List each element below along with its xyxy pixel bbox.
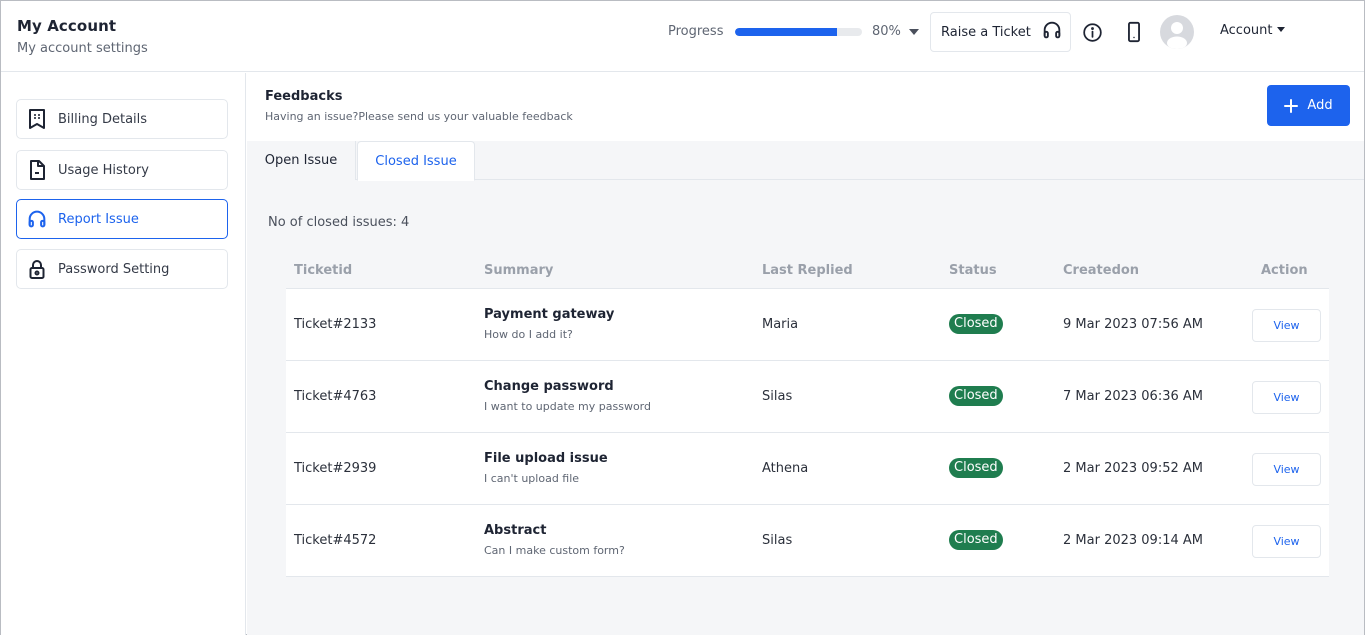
summary-title: File upload issue	[484, 451, 608, 466]
status-badge: Closed	[949, 530, 1003, 550]
raise-ticket-button[interactable]: Raise a Ticket	[930, 12, 1071, 52]
summary-title: Abstract	[484, 523, 547, 538]
add-button[interactable]: Add	[1267, 85, 1350, 126]
lock-icon	[25, 257, 49, 281]
view-button[interactable]: View	[1252, 309, 1321, 342]
section-title: Feedbacks	[265, 89, 343, 104]
progress-bar-fill	[735, 28, 837, 36]
column-header-status: Status	[949, 263, 997, 278]
column-header-ticketid: Ticketid	[294, 263, 353, 278]
sidebar-item-label: Password Setting	[58, 261, 170, 277]
account-dropdown[interactable]: Account	[1220, 23, 1285, 38]
created-on: 2 Mar 2023 09:52 AM	[1063, 461, 1203, 476]
page-subtitle: My account settings	[17, 41, 148, 56]
sidebar-item-usage-history[interactable]: Usage History	[16, 150, 228, 190]
created-on: 2 Mar 2023 09:14 AM	[1063, 533, 1203, 548]
last-replied: Maria	[762, 317, 799, 332]
last-replied: Silas	[762, 389, 793, 404]
info-icon[interactable]	[1081, 21, 1103, 43]
tab-closed-issue[interactable]: Closed Issue	[357, 141, 475, 181]
ticket-id: Ticket#2939	[294, 461, 377, 476]
avatar[interactable]	[1160, 15, 1194, 49]
summary-title: Payment gateway	[484, 307, 615, 322]
progress-label: Progress	[668, 24, 724, 39]
column-header-action: Action	[1261, 263, 1308, 278]
main-content: Feedbacks Having an issue?Please send us…	[247, 73, 1364, 635]
headphones-icon	[1041, 19, 1063, 45]
table-row: Ticket#2939 File upload issue I can't up…	[286, 433, 1329, 505]
last-replied: Silas	[762, 533, 793, 548]
sidebar: Billing Details Usage History Report Iss…	[1, 73, 246, 635]
last-replied: Athena	[762, 461, 809, 476]
account-label: Account	[1220, 23, 1273, 38]
closed-issue-count: No of closed issues: 4	[268, 215, 410, 230]
status-badge: Closed	[949, 314, 1003, 334]
issues-table: Ticketid Summary Last Replied Status Cre…	[286, 253, 1329, 577]
progress-percent: 80%	[872, 24, 901, 39]
summary-description: I can't upload file	[484, 472, 580, 485]
user-silhouette-icon	[1167, 22, 1187, 49]
sidebar-item-label: Usage History	[58, 162, 149, 178]
progress-bar	[735, 28, 862, 36]
table-row: Ticket#4572 Abstract Can I make custom f…	[286, 505, 1329, 577]
mobile-phone-icon[interactable]	[1123, 21, 1145, 43]
summary-description: How do I add it?	[484, 328, 573, 341]
tab-open-issue[interactable]: Open Issue	[247, 141, 356, 180]
sidebar-item-password-setting[interactable]: Password Setting	[16, 249, 228, 289]
table-row: Ticket#4763 Change password I want to up…	[286, 361, 1329, 433]
ticket-id: Ticket#2133	[294, 317, 377, 332]
issue-tabs: Open Issue Closed Issue	[247, 141, 1364, 181]
created-on: 7 Mar 2023 06:36 AM	[1063, 389, 1203, 404]
table-header: Ticketid Summary Last Replied Status Cre…	[286, 253, 1329, 289]
page-title: My Account	[17, 17, 117, 35]
sidebar-item-label: Billing Details	[58, 111, 148, 127]
raise-ticket-label: Raise a Ticket	[941, 24, 1031, 40]
status-badge: Closed	[949, 386, 1003, 406]
table-row: Ticket#2133 Payment gateway How do I add…	[286, 289, 1329, 361]
progress-dropdown-caret-icon[interactable]	[909, 29, 919, 35]
receipt-icon	[25, 107, 49, 131]
status-badge: Closed	[949, 458, 1003, 478]
sidebar-item-label: Report Issue	[58, 211, 139, 227]
section-subtitle: Having an issue?Please send us your valu…	[265, 110, 573, 123]
ticket-id: Ticket#4763	[294, 389, 377, 404]
column-header-createdon: Createdon	[1063, 263, 1140, 278]
add-label: Add	[1307, 98, 1333, 113]
summary-description: I want to update my password	[484, 400, 651, 413]
document-icon	[25, 158, 49, 182]
view-button[interactable]: View	[1252, 381, 1321, 414]
chevron-down-icon	[1276, 26, 1285, 32]
sidebar-item-report-issue[interactable]: Report Issue	[16, 199, 228, 239]
app-window: My Account My account settings Progress …	[0, 0, 1365, 635]
plus-icon	[1284, 98, 1299, 113]
column-header-last-replied: Last Replied	[762, 263, 853, 278]
summary-description: Can I make custom form?	[484, 544, 625, 557]
sidebar-item-billing-details[interactable]: Billing Details	[16, 99, 228, 139]
top-header: My Account My account settings Progress …	[1, 1, 1364, 72]
created-on: 9 Mar 2023 07:56 AM	[1063, 317, 1203, 332]
summary-title: Change password	[484, 379, 614, 394]
headphones-icon	[25, 207, 49, 231]
view-button[interactable]: View	[1252, 453, 1321, 486]
column-header-summary: Summary	[484, 263, 554, 278]
view-button[interactable]: View	[1252, 525, 1321, 558]
feedback-header: Feedbacks Having an issue?Please send us…	[247, 73, 1364, 141]
ticket-id: Ticket#4572	[294, 533, 377, 548]
